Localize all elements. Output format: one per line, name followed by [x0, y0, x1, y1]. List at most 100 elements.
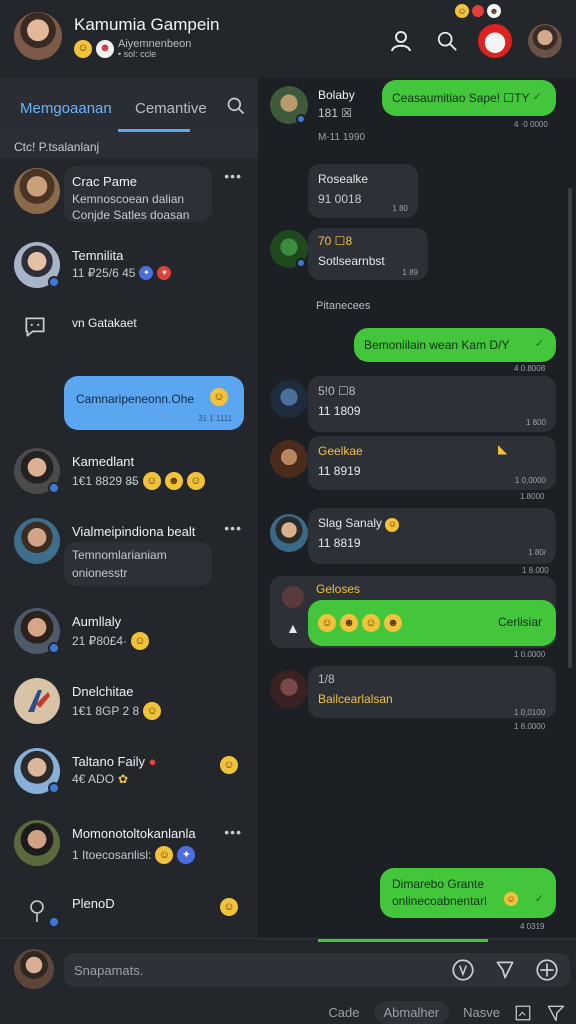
chat-preview-row: 1 Itoecosanlisl: ☺ ✦ [72, 846, 196, 864]
sender-name: 70 ☐8 [318, 234, 353, 248]
bubble-time: 1 0,0000 [514, 476, 546, 485]
incoming-bubble[interactable]: Geelkae ◣ 11 8919 1 0,0000 [308, 436, 556, 490]
chat-name: Vialmeipindiona bealt [72, 524, 196, 539]
progress-bar [318, 939, 488, 942]
chat-preview-line1: 1€1 8829 8̶5 [72, 474, 139, 488]
list-item[interactable]: PlenoD ☺ [0, 890, 258, 936]
online-badge-icon [48, 642, 60, 654]
more-options-icon[interactable]: ••• [224, 168, 242, 184]
message-input[interactable]: Snapamats. [64, 953, 570, 987]
outgoing-bubble[interactable]: Camnaripeneonn.Ohe ☺ 31 1 1111 [64, 376, 244, 430]
incoming-bubble[interactable]: 70 ☐8 Sotlsearnbst 1 89 [308, 228, 428, 280]
tab-contacts[interactable]: Cemantive [135, 100, 207, 117]
star-icon: ✿ [118, 772, 129, 786]
online-badge-icon [48, 482, 60, 494]
message-line: 91 0018 [318, 192, 362, 206]
chat-name: Aumllaly [72, 614, 122, 629]
send-icon[interactable] [546, 1003, 566, 1023]
chat-name: Momonotoltokanlanla [72, 826, 196, 841]
message-meta: M-11 1990 [318, 132, 366, 143]
sender-avatar[interactable] [282, 586, 304, 608]
read-receipt-icon: ✓ [532, 91, 542, 103]
chat-preview-row: 11 ₽25/6 45 ✦ ♥ [72, 266, 172, 280]
profile-avatar[interactable] [528, 24, 562, 58]
list-search-button[interactable] [226, 96, 246, 121]
user-avatar[interactable] [14, 12, 62, 60]
list-item[interactable]: Momonotoltokanlanla 1 Itoecosanlisl: ☺ ✦… [0, 818, 258, 878]
message-line: 11 1809 [318, 404, 361, 418]
code-button[interactable]: Cade [328, 1005, 359, 1020]
chat-bubble-icon [22, 314, 48, 345]
image-icon[interactable] [514, 1004, 532, 1022]
chat-name: Crac Pame [72, 174, 138, 189]
sender-avatar[interactable] [270, 670, 308, 708]
outgoing-bubble[interactable]: Bemoniilain wean Kam D/Y ✓ [354, 328, 556, 362]
pin-icon: ◣ [498, 442, 508, 456]
chat-name: Taltano Faily [72, 754, 145, 769]
message-line: 11 8919 [318, 464, 361, 478]
search-button[interactable] [432, 26, 462, 56]
bubble-time: 31 1 1111 [198, 414, 232, 423]
emoji-icon[interactable] [450, 957, 476, 983]
outgoing-bubble[interactable]: ☺ ☻ ☺ ☻ Cerlisiar [308, 600, 556, 646]
list-item[interactable]: Temnilita 11 ₽25/6 45 ✦ ♥ [0, 240, 258, 300]
chat-preview-line1: Temnomlarianiam [72, 548, 167, 562]
face-emoji-icon: ☻ [96, 39, 114, 58]
chat-preview-line1: 4€ ADO [72, 772, 115, 786]
outgoing-bubble[interactable]: Ceasaumitiao Sape! ☐TY ✓ [382, 80, 556, 116]
chat-preview-row: 1€1 8829 8̶5 ☺ ☻ ☺ [72, 472, 205, 490]
chat-name-row: Taltano Faily ● [72, 754, 156, 769]
attach-icon[interactable] [492, 957, 518, 983]
sender-avatar[interactable] [270, 380, 308, 418]
more-options-icon[interactable]: ••• [224, 824, 242, 840]
smile-emoji-icon-3: ☺ [186, 472, 205, 490]
chat-preview-line2: onionesstr [72, 566, 128, 580]
heart-emoji-icon: ♥ [157, 266, 172, 280]
list-item[interactable]: Taltano Faily ● 4€ ADO ✿ ☺ [0, 746, 258, 806]
bubble-time: 1 80 [392, 204, 408, 213]
notification-avatar[interactable] [478, 24, 512, 58]
section-label: Ctc! P.tsalanlanj [14, 140, 100, 154]
composer-avatar[interactable] [14, 949, 54, 989]
bubble-label: Cerlisiar [497, 615, 542, 629]
chat-preview-line1: 11 ₽25/6 45 [72, 266, 136, 280]
online-badge-icon [48, 916, 60, 928]
header-actions [386, 24, 562, 58]
reaction-emoji-icon-4: ☻ [384, 614, 402, 632]
reaction-emoji-icon-2: ☻ [340, 614, 358, 632]
list-item[interactable]: Aumllaly 21 ₽80£4· ☺ [0, 606, 258, 666]
sender-avatar[interactable] [270, 514, 308, 552]
tab-messages[interactable]: Memgoaanan [20, 100, 112, 117]
save-button[interactable]: Nasve [463, 1005, 500, 1020]
sender-avatar[interactable] [270, 440, 308, 478]
message-composer: Snapamats. Cade Abmalher Nasve [0, 938, 576, 1024]
list-item[interactable]: Vialmeipindiona bealt Temnomlarianiam on… [0, 518, 258, 588]
conversation-panel: Bolaby 181 ☒ M-11 1990 Ceasaumitiao Sape… [258, 78, 576, 938]
bubble-time: 4 0319 [520, 922, 545, 931]
add-icon[interactable] [534, 957, 560, 983]
more-options-icon[interactable]: ••• [224, 520, 242, 536]
outgoing-bubble[interactable]: Dimarebo Grante onlinecoabnentarl ☺ ✓ [380, 868, 556, 918]
contacts-button[interactable] [386, 26, 416, 56]
smile-emoji-icon: ☺ [385, 517, 400, 532]
bubble-time: 1 800 [525, 418, 546, 427]
reaction-emoji-icon: ☺ [318, 614, 336, 632]
online-badge-icon [48, 276, 60, 288]
incoming-bubble[interactable]: Rosealke 91 0018 1 80 [308, 164, 418, 218]
avatar [14, 518, 60, 564]
list-item[interactable]: Crac Pame Kemnoscoean dalian Conjde Satl… [0, 166, 258, 232]
notification-badges[interactable]: ☺ ☻ [455, 4, 501, 18]
list-item[interactable]: Kamedlant 1€1 8829 8̶5 ☺ ☻ ☺ [0, 446, 258, 506]
bubble-time: 1 0,0100 [514, 708, 546, 717]
chat-name: Temnilita [72, 248, 124, 263]
incoming-bubble[interactable]: Slag Sanaly ☺ 11 8819 1 80/ [308, 508, 556, 564]
message-placeholder: Snapamats. [74, 963, 144, 978]
online-badge-icon [296, 114, 306, 124]
scrollbar[interactable] [568, 188, 572, 668]
bubble-text: Dimarebo Grante [392, 877, 485, 891]
format-button[interactable]: Abmalher [373, 1001, 450, 1024]
list-item[interactable]: vn Gatakaet [0, 306, 258, 346]
incoming-bubble[interactable]: 5!0 ☐8 11 1809 1 800 [308, 376, 556, 432]
list-item[interactable]: Dnelchitae 1€1 8GP 2 8 ☺ [0, 676, 258, 736]
chat-preview-row: 4€ ADO ✿ [72, 772, 128, 786]
